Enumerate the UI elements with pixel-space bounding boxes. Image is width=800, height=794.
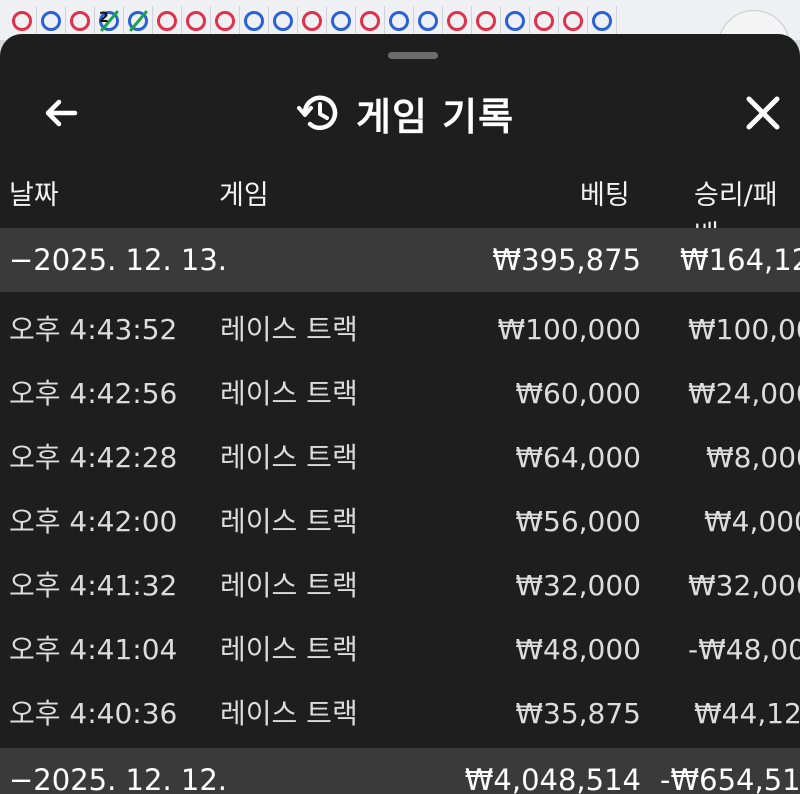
red-bead-icon: [534, 11, 554, 31]
red-bead-icon: [186, 11, 206, 31]
bead-cell: [240, 6, 269, 36]
red-bead-icon: [215, 11, 235, 31]
bead-cell: [211, 6, 240, 36]
row-bet: ₩32,000: [515, 569, 641, 602]
row-bet: ₩60,000: [515, 377, 641, 410]
bead-cell: [385, 6, 414, 36]
bead-cell: [269, 6, 298, 36]
row-time: 오후 4:41:04: [9, 633, 178, 666]
row-result: ₩4,000: [704, 505, 800, 538]
close-icon: [746, 96, 780, 130]
red-bead-icon: [157, 11, 177, 31]
row-game: 레이스 트랙: [220, 697, 358, 730]
sheet-title-group: 게임 기록: [296, 84, 514, 142]
back-button[interactable]: [36, 88, 86, 138]
bead-cell: [414, 6, 443, 36]
column-header-game[interactable]: 게임: [219, 176, 269, 216]
row-time: 오후 4:41:32: [9, 569, 178, 602]
blue-bead-icon: [273, 11, 293, 31]
bead-cell: [327, 6, 356, 36]
blue-bead-icon: [592, 11, 612, 31]
row-time: 오후 4:43:52: [9, 313, 178, 346]
blue-bead-icon: [244, 11, 264, 31]
row-game: 레이스 트랙: [220, 313, 358, 346]
bead-cell: [472, 6, 501, 36]
red-bead-icon: [563, 11, 583, 31]
arrow-left-icon: [45, 99, 78, 127]
row-result: ₩44,125: [694, 697, 800, 730]
row-bet: ₩56,000: [515, 505, 641, 538]
bead-road: 2: [8, 6, 617, 36]
row-result: ₩32,000: [688, 569, 800, 602]
blue-bead-icon: [331, 11, 351, 31]
bead-cell: [530, 6, 559, 36]
group-date: −2025. 12. 12.: [9, 763, 227, 794]
sheet-title: 게임 기록: [356, 94, 515, 139]
red-bead-icon: [302, 11, 322, 31]
column-header-result[interactable]: 승리/패배: [694, 176, 800, 251]
row-result: -₩48,000: [688, 633, 800, 666]
bead-cell: [501, 6, 530, 36]
blue-bead-icon: [505, 11, 525, 31]
bead-cell: [588, 6, 617, 36]
bead-cell: 2: [95, 6, 124, 36]
bead-cell: [8, 6, 37, 36]
bead-count: 2: [99, 10, 109, 26]
date-group-row[interactable]: −2025. 12. 12. ₩4,048,514 -₩654,514: [0, 748, 800, 794]
red-bead-icon: [360, 11, 380, 31]
history-row[interactable]: 오후 4:43:52 레이스 트랙 ₩100,000 ₩100,000: [0, 298, 800, 362]
close-button[interactable]: [738, 88, 788, 138]
bead-cell: [443, 6, 472, 36]
blue-bead-icon: [41, 11, 61, 31]
red-bead-icon: [447, 11, 467, 31]
row-time: 오후 4:40:36: [9, 697, 178, 730]
row-game: 레이스 트랙: [220, 505, 358, 538]
history-row[interactable]: 오후 4:42:00 레이스 트랙 ₩56,000 ₩4,000: [0, 490, 800, 554]
row-game: 레이스 트랙: [220, 633, 358, 666]
game-history-sheet: 게임 기록 날짜 게임 베팅 승리/패배 −2025. 12. 13. ₩395…: [0, 34, 800, 794]
group-bet-total: ₩395,875: [492, 243, 641, 277]
bead-cell: [37, 6, 66, 36]
row-result: ₩100,000: [688, 313, 800, 346]
history-row[interactable]: 오후 4:42:56 레이스 트랙 ₩60,000 ₩24,000: [0, 362, 800, 426]
bead-cell: [66, 6, 95, 36]
row-bet: ₩64,000: [515, 441, 641, 474]
red-bead-icon: [70, 11, 90, 31]
red-bead-icon: [476, 11, 496, 31]
column-header-date[interactable]: 날짜: [9, 176, 59, 216]
row-game: 레이스 트랙: [220, 569, 358, 602]
history-icon: [297, 95, 338, 130]
row-game: 레이스 트랙: [220, 377, 358, 410]
group-bet-total: ₩4,048,514: [464, 763, 641, 794]
bead-cell: [153, 6, 182, 36]
bead-cell: [298, 6, 327, 36]
bead-cell: [356, 6, 385, 36]
group-date: −2025. 12. 13.: [9, 243, 227, 277]
sheet-header: 게임 기록: [0, 80, 800, 146]
row-bet: ₩35,875: [515, 697, 641, 730]
history-row[interactable]: 오후 4:42:28 레이스 트랙 ₩64,000 ₩8,000: [0, 426, 800, 490]
row-game: 레이스 트랙: [220, 441, 358, 474]
date-group-row[interactable]: −2025. 12. 13. ₩395,875 ₩164,125: [0, 228, 800, 292]
row-time: 오후 4:42:56: [9, 377, 178, 410]
history-row[interactable]: 오후 4:41:04 레이스 트랙 ₩48,000 -₩48,000: [0, 618, 800, 682]
group-result-total: ₩164,125: [680, 243, 800, 277]
history-row[interactable]: 오후 4:40:36 레이스 트랙 ₩35,875 ₩44,125: [0, 682, 800, 746]
blue-bead-icon: [389, 11, 409, 31]
row-bet: ₩100,000: [497, 313, 641, 346]
column-header-bet[interactable]: 베팅: [580, 176, 630, 216]
sheet-grabber[interactable]: [388, 52, 438, 59]
row-result: ₩8,000: [706, 441, 800, 474]
bead-cell: [182, 6, 211, 36]
history-row[interactable]: 오후 4:41:32 레이스 트랙 ₩32,000 ₩32,000: [0, 554, 800, 618]
row-result: ₩24,000: [688, 377, 800, 410]
row-time: 오후 4:42:28: [9, 441, 178, 474]
group-result-total: -₩654,514: [660, 763, 800, 794]
row-bet: ₩48,000: [515, 633, 641, 666]
red-bead-icon: [12, 11, 32, 31]
bead-cell: [124, 6, 153, 36]
bead-cell: [559, 6, 588, 36]
row-time: 오후 4:42:00: [9, 505, 178, 538]
blue-bead-icon: [418, 11, 438, 31]
